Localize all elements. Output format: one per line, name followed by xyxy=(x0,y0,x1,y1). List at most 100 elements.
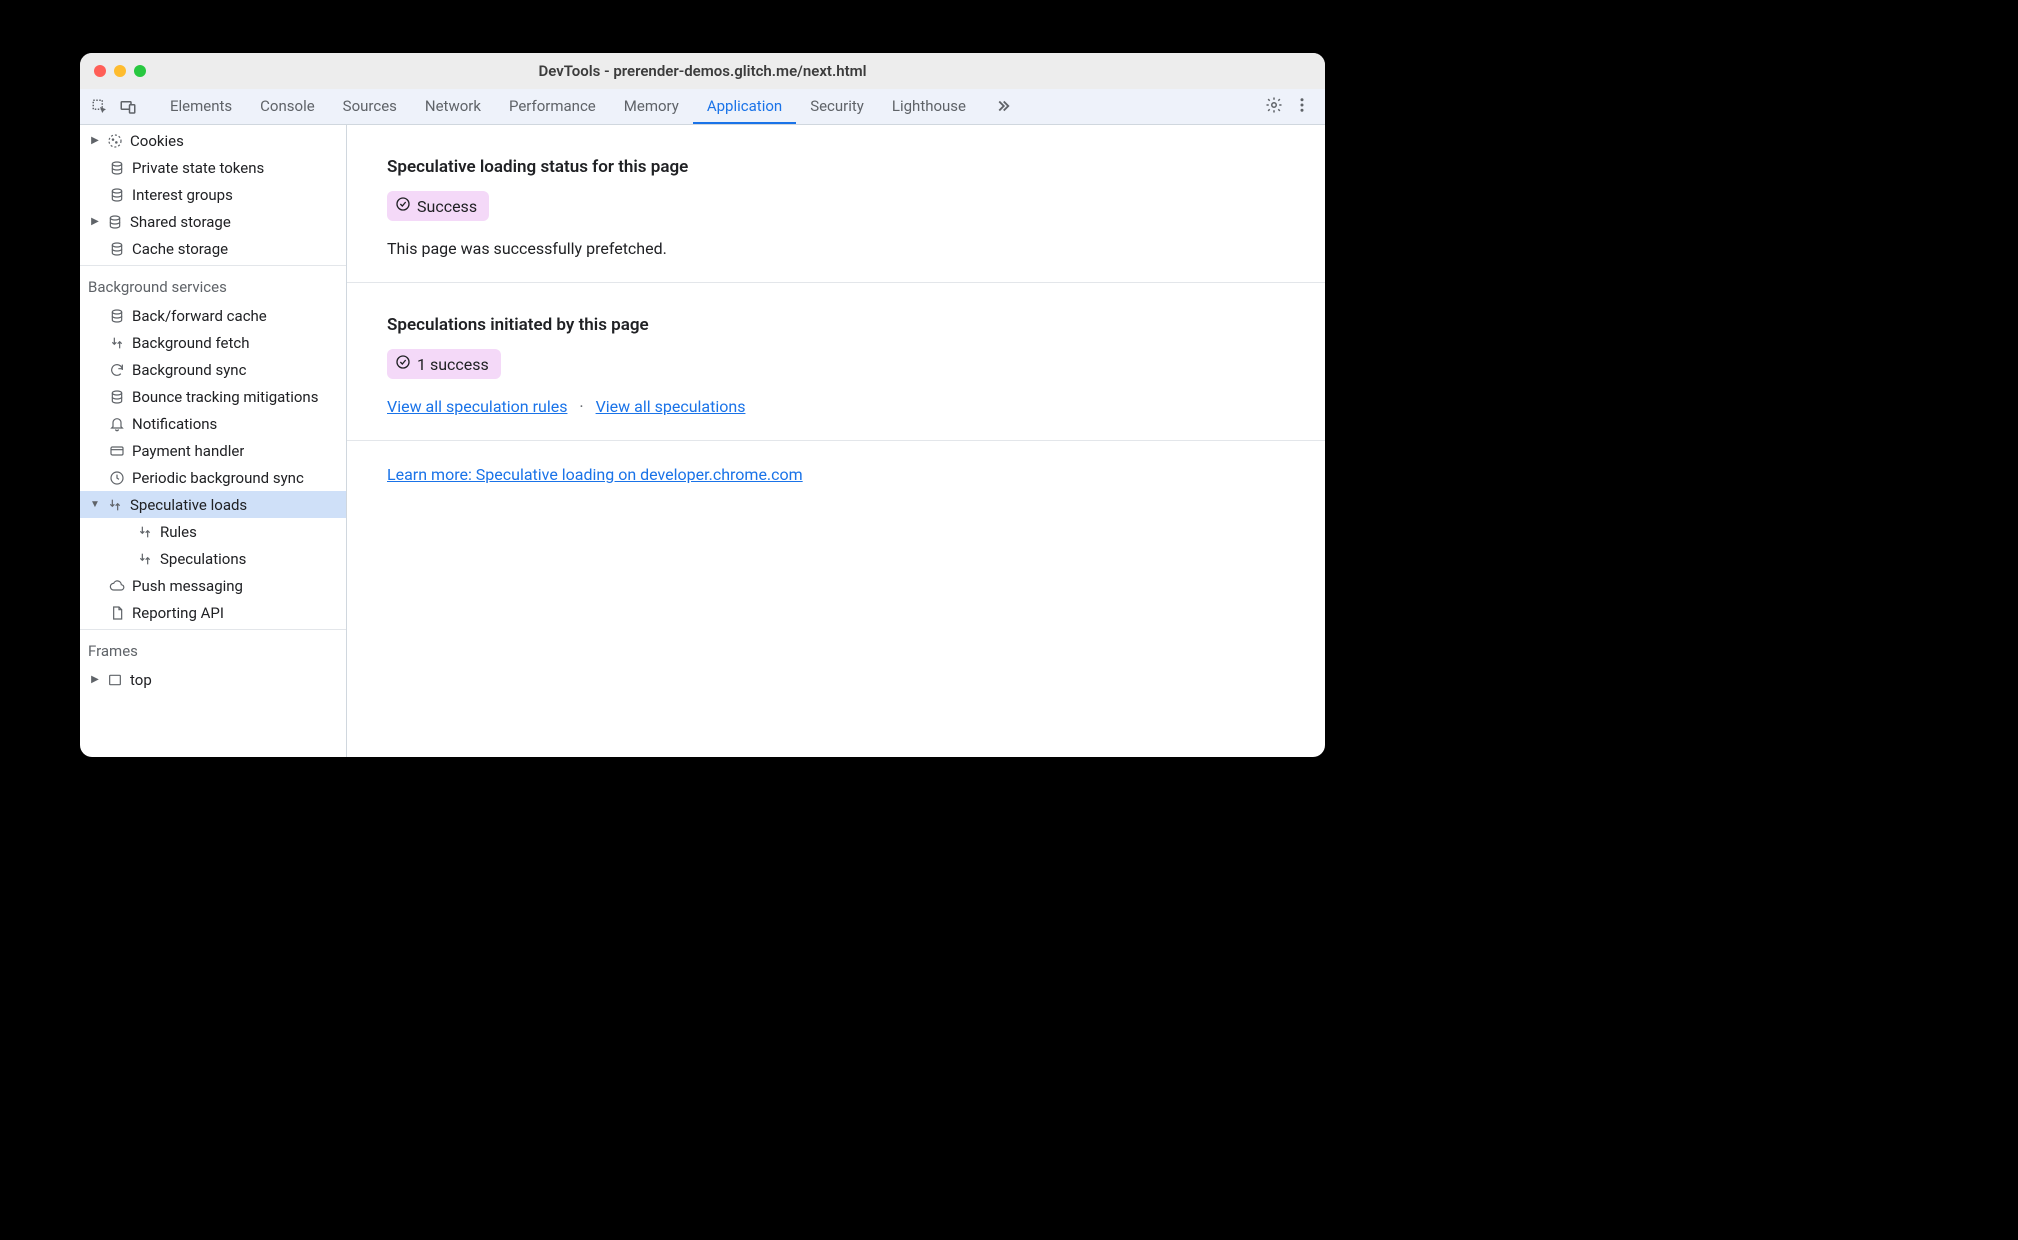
initiated-badge: 1 success xyxy=(387,349,501,379)
sidebar-item-label: Cache storage xyxy=(132,240,228,258)
device-toggle-icon[interactable] xyxy=(114,89,142,124)
database-icon xyxy=(108,240,126,258)
database-icon xyxy=(106,213,124,231)
view-rules-link[interactable]: View all speculation rules xyxy=(387,397,567,416)
credit-card-icon xyxy=(108,442,126,460)
learn-more-section: Learn more: Speculative loading on devel… xyxy=(347,441,1325,508)
sidebar-item-label: Background fetch xyxy=(132,334,249,352)
traffic-lights xyxy=(80,65,146,77)
sidebar-item-bounce-tracking[interactable]: Bounce tracking mitigations xyxy=(80,383,346,410)
sidebar-section-background-services: Background services xyxy=(80,269,346,302)
panel-body: ▶ Cookies Private state tokens Interest … xyxy=(80,125,1325,757)
main-toolbar: Elements Console Sources Network Perform… xyxy=(80,89,1325,125)
sidebar-item-label: Back/forward cache xyxy=(132,307,267,325)
tab-performance[interactable]: Performance xyxy=(495,89,610,124)
fetch-icon xyxy=(108,334,126,352)
document-icon xyxy=(108,604,126,622)
separator-dot: · xyxy=(579,397,583,416)
sidebar-item-label: Cookies xyxy=(130,132,184,150)
tab-elements[interactable]: Elements xyxy=(156,89,246,124)
sidebar-item-notifications[interactable]: Notifications xyxy=(80,410,346,437)
cloud-icon xyxy=(108,577,126,595)
check-circle-icon xyxy=(395,196,411,216)
sidebar-item-private-state-tokens[interactable]: Private state tokens xyxy=(80,154,346,181)
sidebar-item-interest-groups[interactable]: Interest groups xyxy=(80,181,346,208)
tab-lighthouse[interactable]: Lighthouse xyxy=(878,89,980,124)
expand-arrow-icon[interactable]: ▶ xyxy=(90,674,100,685)
main-panel: Speculative loading status for this page… xyxy=(347,125,1325,757)
sidebar-item-rules[interactable]: Rules xyxy=(80,518,346,545)
sidebar-item-cookies[interactable]: ▶ Cookies xyxy=(80,127,346,154)
speculations-initiated-section: Speculations initiated by this page 1 su… xyxy=(347,283,1325,441)
toolbar-right xyxy=(1265,89,1319,124)
cookie-icon xyxy=(106,132,124,150)
database-icon xyxy=(108,186,126,204)
tab-memory[interactable]: Memory xyxy=(610,89,693,124)
settings-icon[interactable] xyxy=(1265,96,1283,118)
learn-more-link[interactable]: Learn more: Speculative loading on devel… xyxy=(387,465,803,484)
sidebar-item-speculations[interactable]: Speculations xyxy=(80,545,346,572)
sidebar-item-label: Speculative loads xyxy=(130,496,247,514)
sidebar-item-label: top xyxy=(130,671,152,689)
check-circle-icon xyxy=(395,354,411,374)
window-title: DevTools - prerender-demos.glitch.me/nex… xyxy=(80,62,1325,80)
view-speculations-link[interactable]: View all speculations xyxy=(596,397,746,416)
status-badge-label: Success xyxy=(417,197,477,216)
status-text: This page was successfully prefetched. xyxy=(387,239,1285,258)
sidebar-item-label: Speculations xyxy=(160,550,246,568)
sidebar-item-background-sync[interactable]: Background sync xyxy=(80,356,346,383)
sidebar-item-label: Payment handler xyxy=(132,442,244,460)
tab-sources[interactable]: Sources xyxy=(329,89,411,124)
minimize-button[interactable] xyxy=(114,65,126,77)
database-icon xyxy=(108,307,126,325)
fetch-icon xyxy=(136,550,154,568)
database-icon xyxy=(108,388,126,406)
tab-network[interactable]: Network xyxy=(411,89,495,124)
sidebar-item-speculative-loads[interactable]: ▼ Speculative loads xyxy=(80,491,346,518)
sidebar-item-top-frame[interactable]: ▶ top xyxy=(80,666,346,693)
sidebar-item-back-forward-cache[interactable]: Back/forward cache xyxy=(80,302,346,329)
sidebar-item-push-messaging[interactable]: Push messaging xyxy=(80,572,346,599)
expand-arrow-icon[interactable]: ▶ xyxy=(90,216,100,227)
sidebar-section-frames: Frames xyxy=(80,633,346,666)
sidebar-item-label: Push messaging xyxy=(132,577,243,595)
sidebar-item-label: Background sync xyxy=(132,361,246,379)
expand-arrow-icon[interactable]: ▶ xyxy=(90,135,100,146)
tabs-overflow-icon[interactable] xyxy=(980,89,1026,124)
sidebar-item-periodic-bg-sync[interactable]: Periodic background sync xyxy=(80,464,346,491)
sidebar-item-label: Shared storage xyxy=(130,213,231,231)
devtools-window: DevTools - prerender-demos.glitch.me/nex… xyxy=(80,53,1325,757)
close-button[interactable] xyxy=(94,65,106,77)
sidebar-item-label: Periodic background sync xyxy=(132,469,304,487)
application-sidebar: ▶ Cookies Private state tokens Interest … xyxy=(80,125,347,757)
sidebar-item-label: Reporting API xyxy=(132,604,224,622)
kebab-menu-icon[interactable] xyxy=(1293,96,1311,118)
clock-icon xyxy=(108,469,126,487)
status-heading: Speculative loading status for this page xyxy=(387,157,1285,177)
tab-security[interactable]: Security xyxy=(796,89,878,124)
sidebar-item-label: Interest groups xyxy=(132,186,233,204)
tab-application[interactable]: Application xyxy=(693,89,796,124)
fetch-icon xyxy=(106,496,124,514)
tab-console[interactable]: Console xyxy=(246,89,329,124)
panel-tabs: Elements Console Sources Network Perform… xyxy=(156,89,1026,124)
links-row: View all speculation rules · View all sp… xyxy=(387,397,1285,416)
sidebar-item-payment-handler[interactable]: Payment handler xyxy=(80,437,346,464)
sidebar-item-label: Notifications xyxy=(132,415,217,433)
fetch-icon xyxy=(136,523,154,541)
initiated-heading: Speculations initiated by this page xyxy=(387,315,1285,335)
frame-icon xyxy=(106,671,124,689)
collapse-arrow-icon[interactable]: ▼ xyxy=(90,499,100,510)
titlebar: DevTools - prerender-demos.glitch.me/nex… xyxy=(80,53,1325,89)
inspect-element-icon[interactable] xyxy=(86,89,114,124)
sidebar-item-reporting-api[interactable]: Reporting API xyxy=(80,599,346,626)
initiated-badge-label: 1 success xyxy=(417,355,489,374)
sidebar-item-cache-storage[interactable]: Cache storage xyxy=(80,235,346,262)
sidebar-item-shared-storage[interactable]: ▶ Shared storage xyxy=(80,208,346,235)
sidebar-item-background-fetch[interactable]: Background fetch xyxy=(80,329,346,356)
bell-icon xyxy=(108,415,126,433)
database-icon xyxy=(108,159,126,177)
sidebar-item-label: Private state tokens xyxy=(132,159,264,177)
maximize-button[interactable] xyxy=(134,65,146,77)
speculative-status-section: Speculative loading status for this page… xyxy=(347,125,1325,283)
